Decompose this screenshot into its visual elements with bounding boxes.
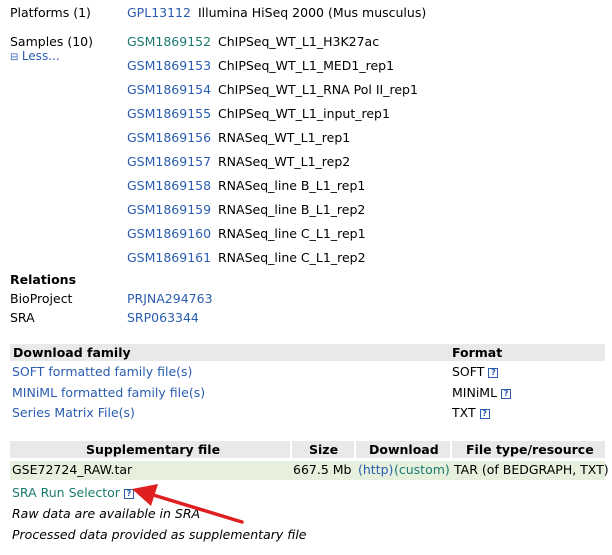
annotation-arrow bbox=[132, 484, 244, 524]
